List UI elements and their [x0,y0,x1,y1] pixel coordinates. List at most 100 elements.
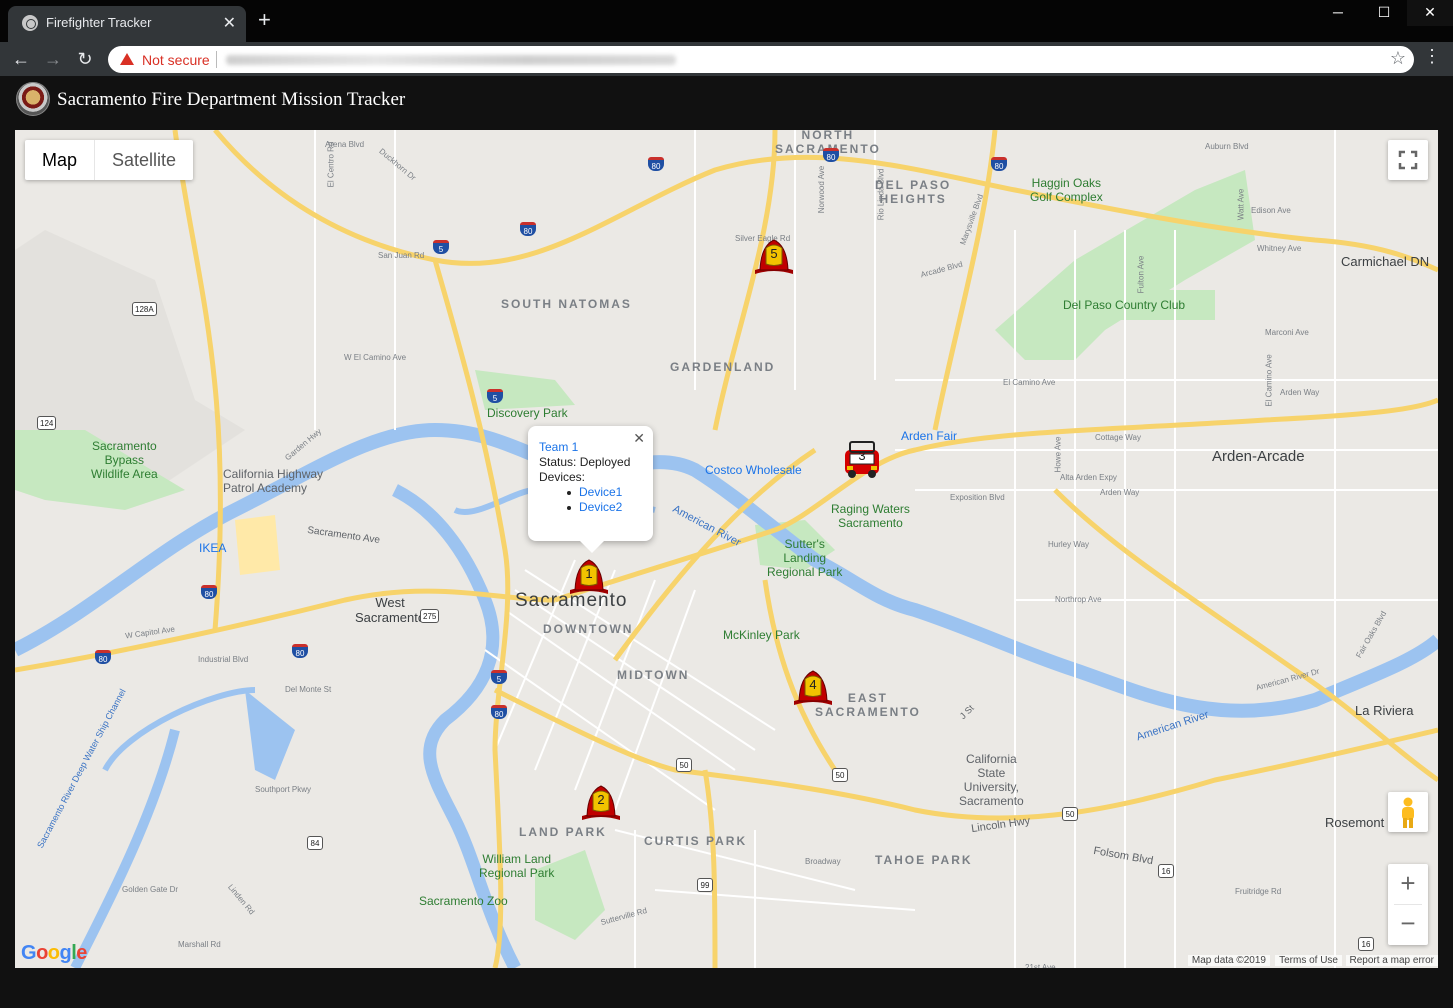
fullscreen-button[interactable] [1388,140,1428,180]
team-3-marker[interactable]: 3 [839,438,885,480]
team-info-window: ✕ Team 1 Status: Deployed Devices: Devic… [528,426,653,553]
poi-label-raging-waters[interactable]: Raging Waters Sacramento [831,502,910,530]
road-label: Northrop Ave [1055,595,1102,604]
page-title: Sacramento Fire Department Mission Track… [57,89,406,110]
browser-toolbar: ← → ↻ Not secure ☆ ⋮ [0,42,1453,76]
place-label-arden-arcade: Arden-Arcade [1212,448,1305,465]
browser-tab[interactable]: Firefighter Tracker ✕ [8,6,246,42]
map-type-satellite-button[interactable]: Satellite [95,140,193,180]
road-label: W El Camino Ave [344,353,407,362]
road-label: Arden Way [1280,388,1320,397]
interstate-shield: 80 [292,644,308,658]
poi-label-costco[interactable]: Costco Wholesale [705,463,802,477]
tab-close-icon[interactable]: ✕ [223,13,236,33]
zoom-out-button[interactable]: − [1388,908,1428,939]
poi-label-csus[interactable]: California State University, Sacramento [959,752,1024,808]
zoom-divider [1394,904,1422,905]
zoom-in-button[interactable]: + [1388,868,1428,899]
close-window-button[interactable]: ✕ [1407,0,1453,26]
place-label-la-riviera: La Riviera [1355,703,1414,718]
interstate-shield: 80 [491,705,507,719]
park-label-del-paso-country-club[interactable]: Del Paso Country Club [1063,298,1185,312]
road-label: Arden Way [1100,488,1140,497]
street-view-button[interactable] [1388,792,1428,832]
park-label-discovery-park[interactable]: Discovery Park [487,406,568,420]
bookmark-star-icon[interactable]: ☆ [1390,48,1406,69]
maximize-button[interactable]: ☐ [1361,0,1407,26]
team-1-marker[interactable]: 1 [566,554,612,596]
park-label-william-land[interactable]: William Land Regional Park [479,852,554,880]
road-label: Marshall Rd [178,940,221,949]
area-label-del-paso-heights: DEL PASO HEIGHTS [875,178,952,206]
place-label-rosemont: Rosemont [1325,815,1385,830]
marker-team-number: 1 [585,566,593,581]
app-header: Sacramento Fire Department Mission Track… [0,76,1453,128]
device-link[interactable]: Device1 [539,485,653,500]
google-logo[interactable]: Google [21,942,87,965]
road-label: Alta Arden Expy [1060,473,1117,482]
highway-shield: 275 [420,609,440,623]
road-label: Cottage Way [1095,433,1141,442]
device-link[interactable]: Device2 [539,500,653,515]
marker-team-number: 2 [597,792,605,807]
team-4-marker[interactable]: 4 [790,665,836,707]
reload-icon[interactable]: ↻ [72,46,98,72]
interstate-shield: 5 [491,670,507,684]
area-label-midtown: MIDTOWN [617,668,690,682]
team-status: Status: Deployed [539,455,631,469]
road-label: Marconi Ave [1265,328,1309,337]
marker-team-number: 3 [858,448,866,463]
road-label: Broadway [805,857,841,866]
road-label: Exposition Blvd [950,493,1005,502]
poi-label-arden-fair[interactable]: Arden Fair [901,429,957,443]
security-indicator[interactable]: Not secure [142,52,210,68]
poi-label-sacramento-zoo[interactable]: Sacramento Zoo [419,894,508,908]
park-label-bypass-wildlife[interactable]: Sacramento Bypass Wildlife Area [91,439,158,481]
park-label-mckinley-park[interactable]: McKinley Park [723,628,800,642]
highway-shield: 99 [697,878,713,892]
park-label-sutters-landing[interactable]: Sutter's Landing Regional Park [767,537,842,579]
road-label: San Juan Rd [378,251,425,260]
park-label-haggin-oaks[interactable]: Haggin Oaks Golf Complex [1030,176,1103,204]
area-label-tahoe-park: TAHOE PARK [875,853,973,867]
road-label: Fulton Ave [1136,255,1146,294]
devices-label: Devices: [539,470,586,484]
road-label: Hurley Way [1048,540,1090,549]
highway-shield: 128A [132,302,157,316]
info-window-close-icon[interactable]: ✕ [633,430,645,447]
browser-menu-icon[interactable]: ⋮ [1423,46,1441,67]
warning-icon [120,53,134,65]
road-label: El Camino Ave [1264,354,1274,407]
zoom-control: + − [1388,864,1428,945]
interstate-shield: 80 [520,222,536,236]
road-label: Del Monte St [285,685,332,694]
highway-shield: 84 [307,836,323,850]
road-label: Rio Linda Blvd [876,168,886,221]
terms-of-use-link[interactable]: Terms of Use [1275,955,1342,966]
address-bar[interactable]: Not secure ☆ [108,46,1414,73]
highway-shield: 50 [1062,807,1078,821]
team-5-marker[interactable]: 5 [751,234,797,276]
new-tab-button[interactable]: + [258,9,271,31]
interstate-shield: 5 [487,389,503,403]
forward-arrow-icon[interactable]: → [40,46,66,72]
back-arrow-icon[interactable]: ← [8,46,34,72]
area-label-curtis-park: CURTIS PARK [644,834,748,848]
poi-label-chp-academy[interactable]: California Highway Patrol Academy [223,467,323,495]
interstate-shield: 5 [433,240,449,254]
url-text-redacted[interactable] [226,55,676,65]
area-label-south-natomas: SOUTH NATOMAS [501,297,632,311]
minimize-button[interactable]: ─ [1315,0,1361,26]
road-label: El Camino Ave [1003,378,1056,387]
marker-team-number: 4 [809,677,817,692]
road-label: Watt Ave [1236,188,1246,221]
road-label: Fruitridge Rd [1235,887,1282,896]
poi-label-ikea[interactable]: IKEA [199,541,226,555]
road-label: El Centro Rd [326,141,336,188]
map-type-map-button[interactable]: Map [25,140,96,180]
report-map-error-link[interactable]: Report a map error [1345,955,1438,966]
team-2-marker[interactable]: 2 [578,780,624,822]
place-label-carmichael: Carmichael DN [1341,254,1430,269]
road-label: Edison Ave [1251,206,1291,215]
map-canvas[interactable]: NORTH SACRAMENTO DEL PASO HEIGHTS SOUTH … [15,130,1438,968]
